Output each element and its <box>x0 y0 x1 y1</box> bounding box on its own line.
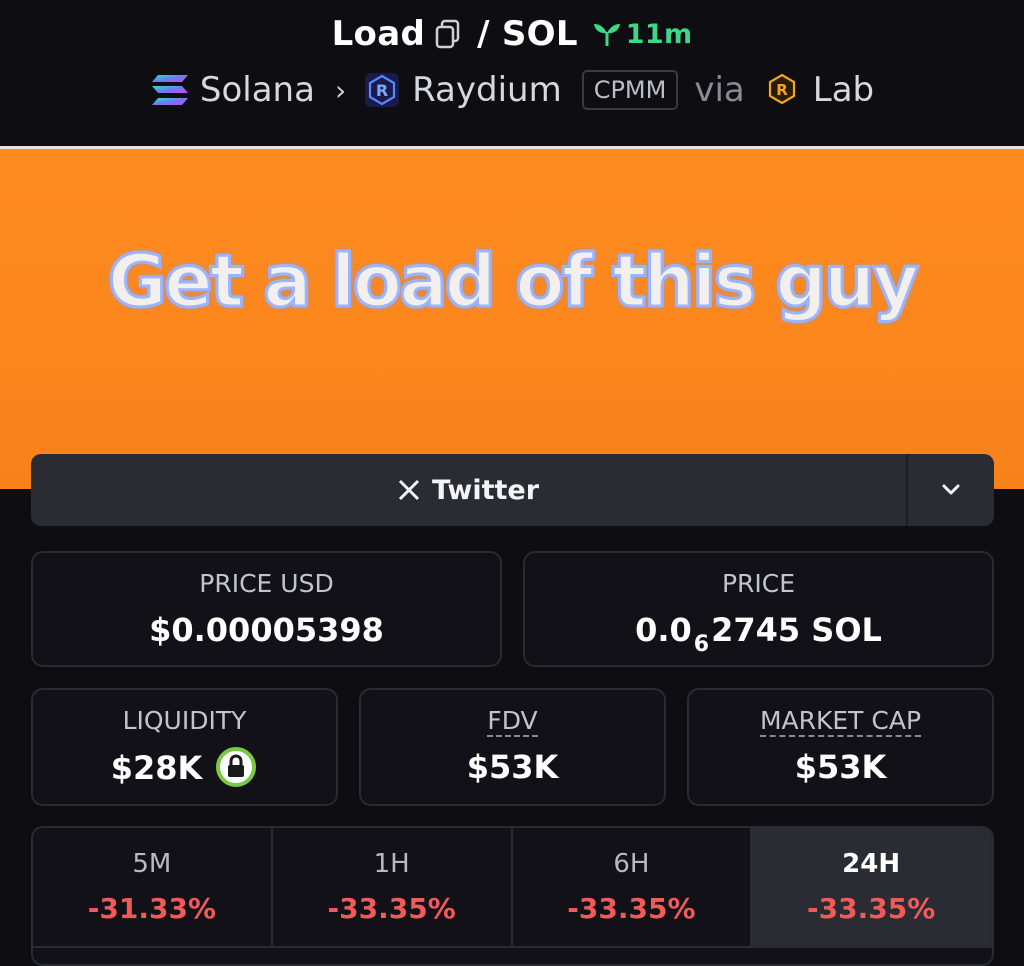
tab-1h[interactable]: 1H -33.35% <box>273 828 513 946</box>
token-banner: Get a load of this guy <box>0 146 1024 489</box>
pair-age: 11m <box>592 19 693 50</box>
pair-age-text: 11m <box>625 18 693 50</box>
via-label: via <box>694 70 745 110</box>
chevron-right-icon: › <box>334 73 347 107</box>
price-sol-zero-count: 6 <box>693 632 710 657</box>
token-symbol: Load <box>331 14 426 54</box>
sprout-icon <box>593 23 620 46</box>
market-cap-label-wrap: MARKET CAP <box>689 706 992 737</box>
liquidity-card: LIQUIDITY $28K <box>31 688 338 806</box>
fdv-card[interactable]: FDV $53K <box>359 688 666 806</box>
fdv-label: FDV <box>487 706 538 737</box>
price-sol-label: PRICE <box>721 569 796 598</box>
svg-text:R: R <box>776 81 788 99</box>
lab-logo: R <box>765 72 801 108</box>
dex-link[interactable]: Raydium <box>412 70 562 110</box>
tab-change: -33.35% <box>567 892 696 925</box>
fdv-label-wrap: FDV <box>361 706 664 737</box>
pair-separator: / <box>477 14 490 54</box>
pair-header: Load / SOL 11m Solana › R Raydium CPMM v… <box>0 0 1024 146</box>
lock-icon[interactable] <box>214 745 258 789</box>
tab-change: -33.35% <box>807 892 936 925</box>
tab-6h[interactable]: 6H -33.35% <box>513 828 753 946</box>
pair-title-row: Load / SOL 11m <box>0 14 1024 54</box>
price-usd-value: $0.00005398 <box>149 611 384 649</box>
solana-logo <box>150 73 190 107</box>
tab-5m[interactable]: 5M -31.33% <box>33 828 273 946</box>
price-sol-digits: 2745 SOL <box>711 611 882 649</box>
price-sol-value: 0.062745 SOL <box>525 611 992 657</box>
social-links-bar: Twitter <box>31 454 994 526</box>
pool-type-badge: CPMM <box>581 70 679 110</box>
tabs-divider <box>33 946 992 948</box>
market-cap-value: $53K <box>794 748 887 786</box>
copy-icon[interactable] <box>435 19 461 49</box>
price-usd-label: PRICE USD <box>199 569 334 598</box>
liquidity-label: LIQUIDITY <box>122 706 247 735</box>
market-cap-card[interactable]: MARKET CAP $53K <box>687 688 994 806</box>
market-cap-label: MARKET CAP <box>759 706 922 737</box>
liquidity-value-row: $28K <box>33 745 336 792</box>
tab-period: 5M <box>132 849 172 879</box>
tab-period: 6H <box>613 849 650 879</box>
fdv-value: $53K <box>466 748 559 786</box>
launchpad-link[interactable]: Lab <box>813 70 874 110</box>
tab-period: 24H <box>842 849 901 879</box>
breadcrumb: Solana › R Raydium CPMM via R Lab <box>0 70 1024 110</box>
tab-24h[interactable]: 24H -33.35% <box>752 828 992 946</box>
tab-period: 1H <box>373 849 410 879</box>
timeframe-tabs: 5M -31.33% 1H -33.35% 6H -33.35% 24H -33… <box>31 826 994 966</box>
quote-symbol: SOL <box>501 14 578 54</box>
banner-text: Get a load of this guy <box>106 238 920 325</box>
chevron-down-icon <box>942 484 960 495</box>
price-sol-prefix: 0.0 <box>635 611 692 649</box>
svg-text:R: R <box>376 81 388 100</box>
tab-change: -31.33% <box>87 892 216 925</box>
raydium-logo: R <box>364 72 400 108</box>
price-usd-card: PRICE USD $0.00005398 <box>31 551 502 667</box>
twitter-button[interactable]: Twitter <box>31 454 906 526</box>
tab-change: -33.35% <box>327 892 456 925</box>
price-sol-card: PRICE 0.062745 SOL <box>523 551 994 667</box>
liquidity-value: $28K <box>110 749 203 787</box>
chain-link[interactable]: Solana <box>200 70 315 110</box>
twitter-label: Twitter <box>431 474 540 506</box>
social-dropdown-button[interactable] <box>906 454 994 526</box>
x-logo-icon <box>398 479 420 501</box>
